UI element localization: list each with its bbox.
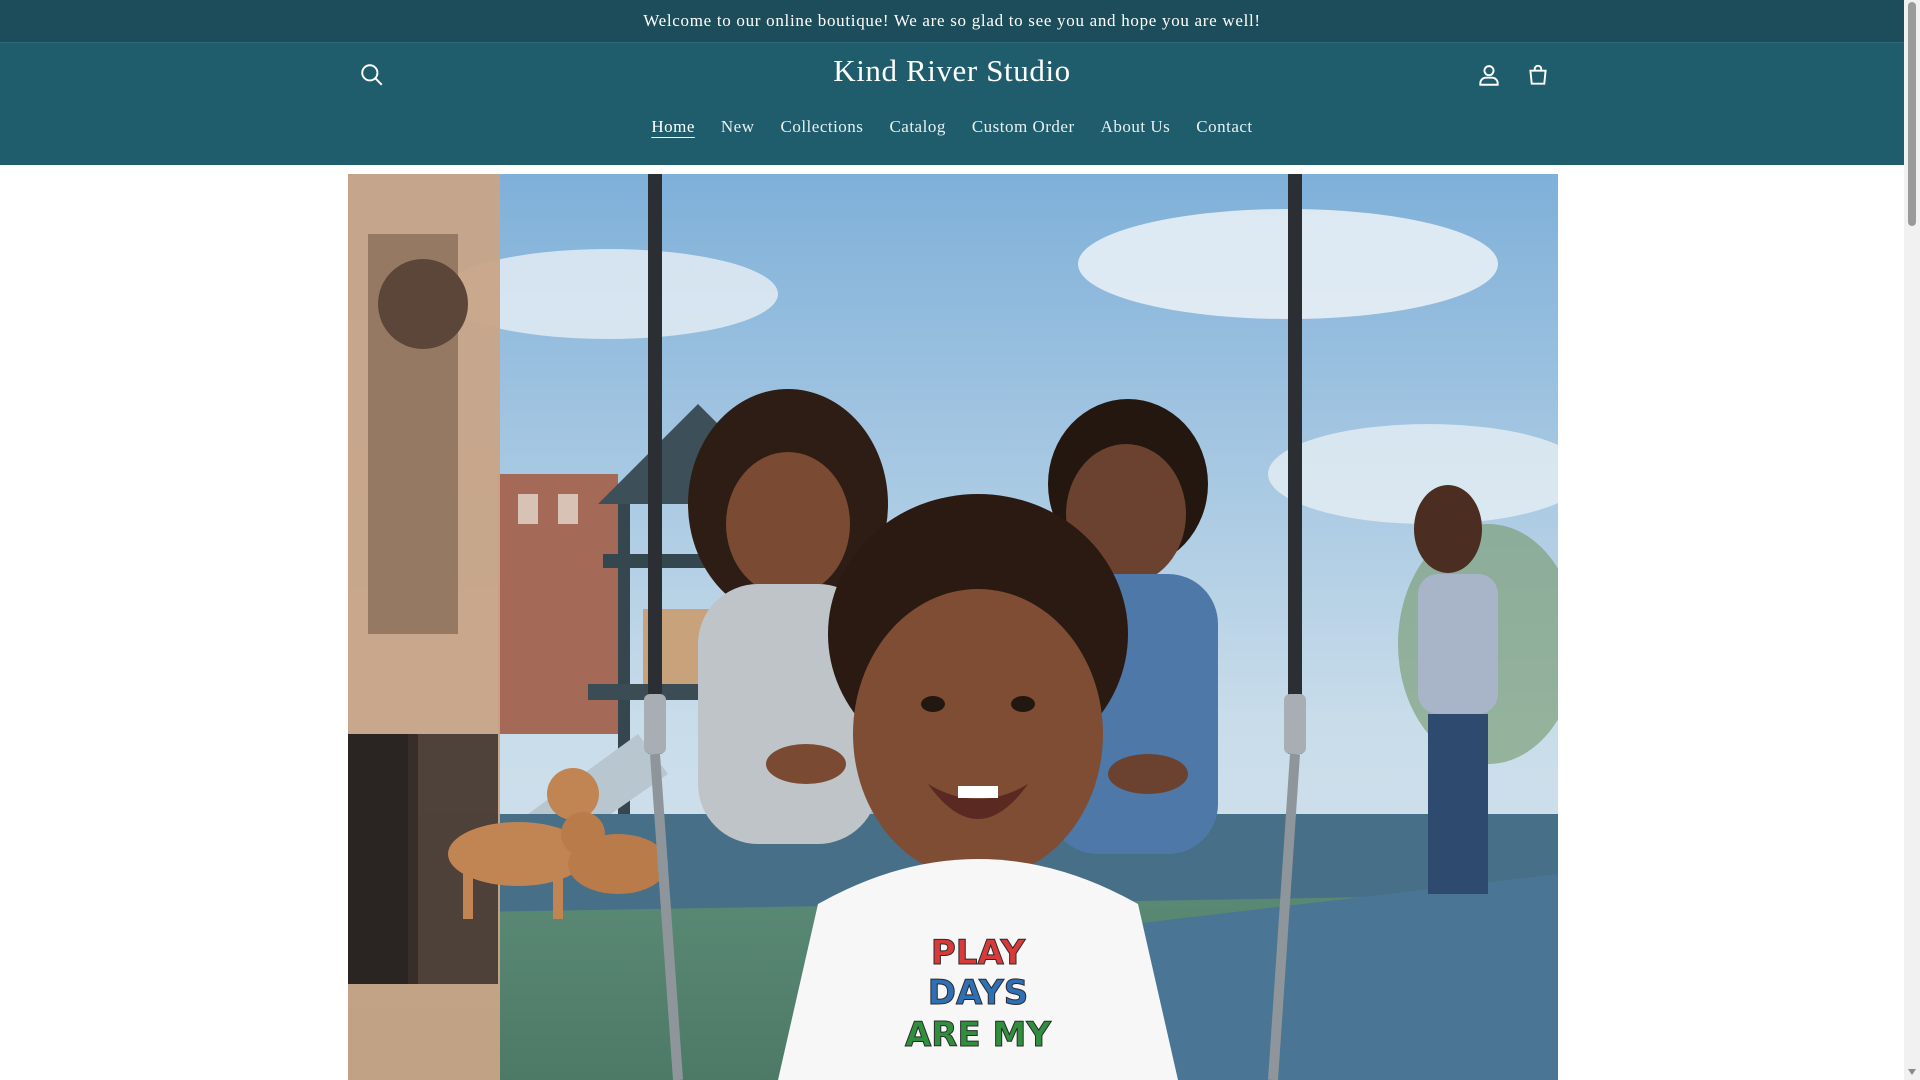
- brand-name[interactable]: Kind River Studio: [833, 53, 1071, 88]
- nav-home[interactable]: Home: [638, 117, 708, 137]
- page-scrollbar[interactable]: [1904, 0, 1920, 1080]
- site-header: Kind River Studio Home New Collections C…: [0, 43, 1904, 165]
- shirt-text-line-2: DAYS: [928, 973, 1028, 1013]
- nav-new[interactable]: New: [708, 117, 768, 137]
- store-logo: Kind River Studio: [0, 53, 1904, 89]
- account-button[interactable]: [1469, 55, 1509, 95]
- main-navigation: Home New Collections Catalog Custom Orde…: [0, 117, 1904, 137]
- svg-text:DAYS: DAYS: [928, 973, 1028, 1013]
- nav-about-us[interactable]: About Us: [1088, 117, 1184, 137]
- search-icon: [361, 64, 383, 86]
- svg-text:PLAY: PLAY: [931, 933, 1026, 973]
- nav-collections[interactable]: Collections: [767, 117, 876, 137]
- announcement-text: Welcome to our online boutique! We are s…: [643, 11, 1261, 30]
- svg-text:ARE MY: ARE MY: [905, 1015, 1051, 1055]
- nav-contact[interactable]: Contact: [1183, 117, 1265, 137]
- cart-button[interactable]: [1518, 55, 1558, 95]
- announcement-bar: Welcome to our online boutique! We are s…: [0, 0, 1904, 43]
- account-icon: [1479, 65, 1499, 86]
- nav-catalog[interactable]: Catalog: [876, 117, 958, 137]
- hero-image[interactable]: PLAY DAYS ARE MY: [348, 174, 1558, 1080]
- search-button[interactable]: [352, 55, 392, 95]
- nav-custom-order[interactable]: Custom Order: [959, 117, 1088, 137]
- hero-photo: PLAY DAYS ARE MY: [348, 174, 1558, 1080]
- shirt-text-line-3: ARE MY: [905, 1015, 1051, 1055]
- scroll-down-arrow-icon[interactable]: [1904, 1064, 1920, 1080]
- scrollbar-thumb[interactable]: [1908, 2, 1916, 226]
- shirt-text-line-1: PLAY: [931, 933, 1026, 973]
- cart-icon: [1529, 64, 1547, 85]
